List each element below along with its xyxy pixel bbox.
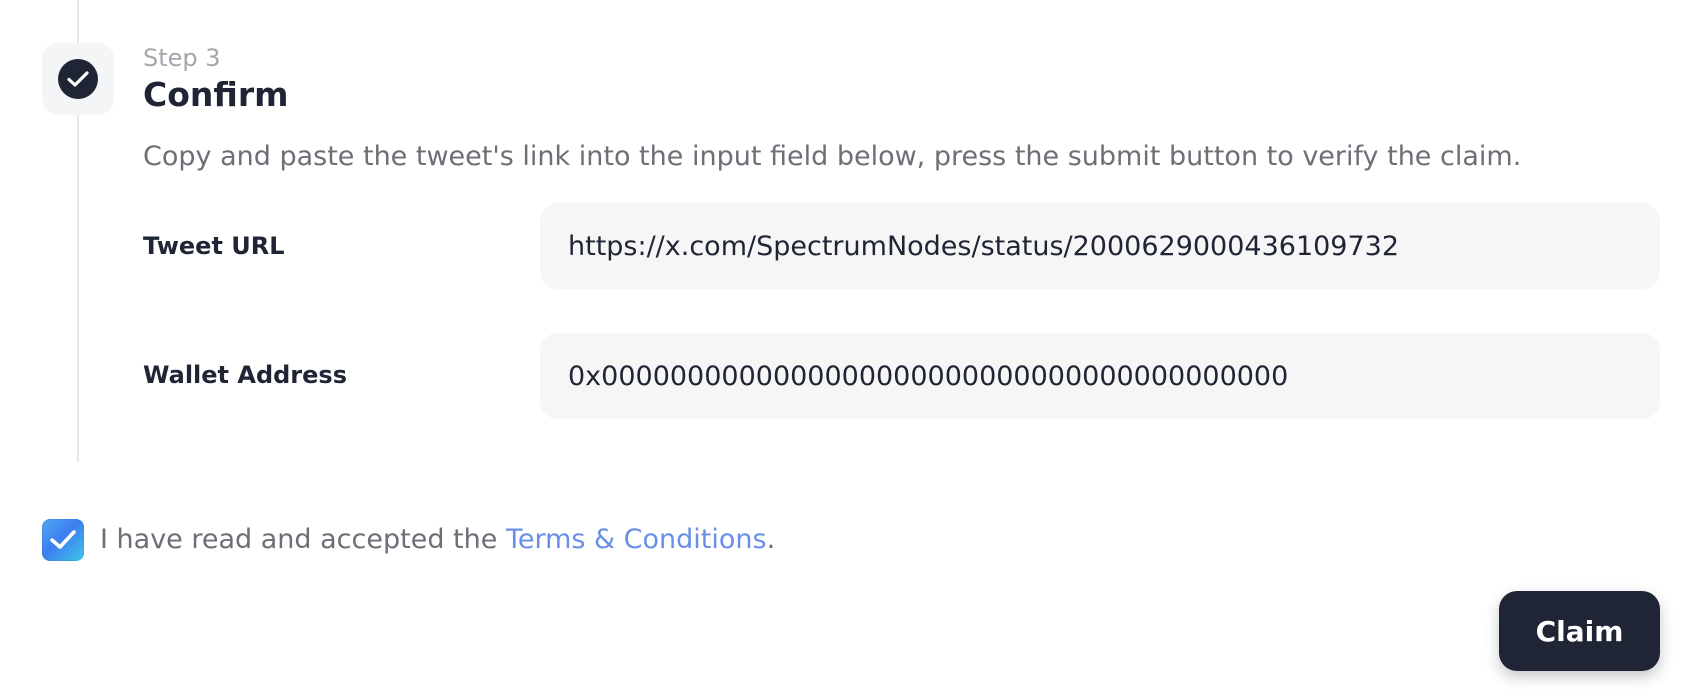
tweet-url-input[interactable] [540, 203, 1660, 289]
step-status-badge [42, 43, 114, 115]
step-label: Step 3 [143, 44, 221, 72]
check-icon [58, 59, 98, 99]
wallet-address-label: Wallet Address [143, 361, 347, 389]
claim-button[interactable]: Claim [1499, 591, 1660, 671]
terms-text: I have read and accepted the Terms & Con… [100, 522, 775, 558]
step-title: Confirm [143, 75, 289, 114]
terms-checkbox[interactable] [42, 519, 84, 561]
checkmark-icon [50, 530, 76, 549]
terms-text-after: . [766, 524, 776, 555]
tweet-url-label: Tweet URL [143, 232, 285, 260]
terms-link[interactable]: Terms & Conditions [506, 524, 767, 555]
wallet-address-input[interactable] [540, 333, 1660, 419]
step-description: Copy and paste the tweet's link into the… [143, 141, 1522, 172]
terms-row: I have read and accepted the Terms & Con… [42, 519, 775, 561]
terms-text-before: I have read and accepted the [100, 524, 506, 555]
claim-confirm-page: Step 3 Confirm Copy and paste the tweet'… [0, 0, 1696, 696]
